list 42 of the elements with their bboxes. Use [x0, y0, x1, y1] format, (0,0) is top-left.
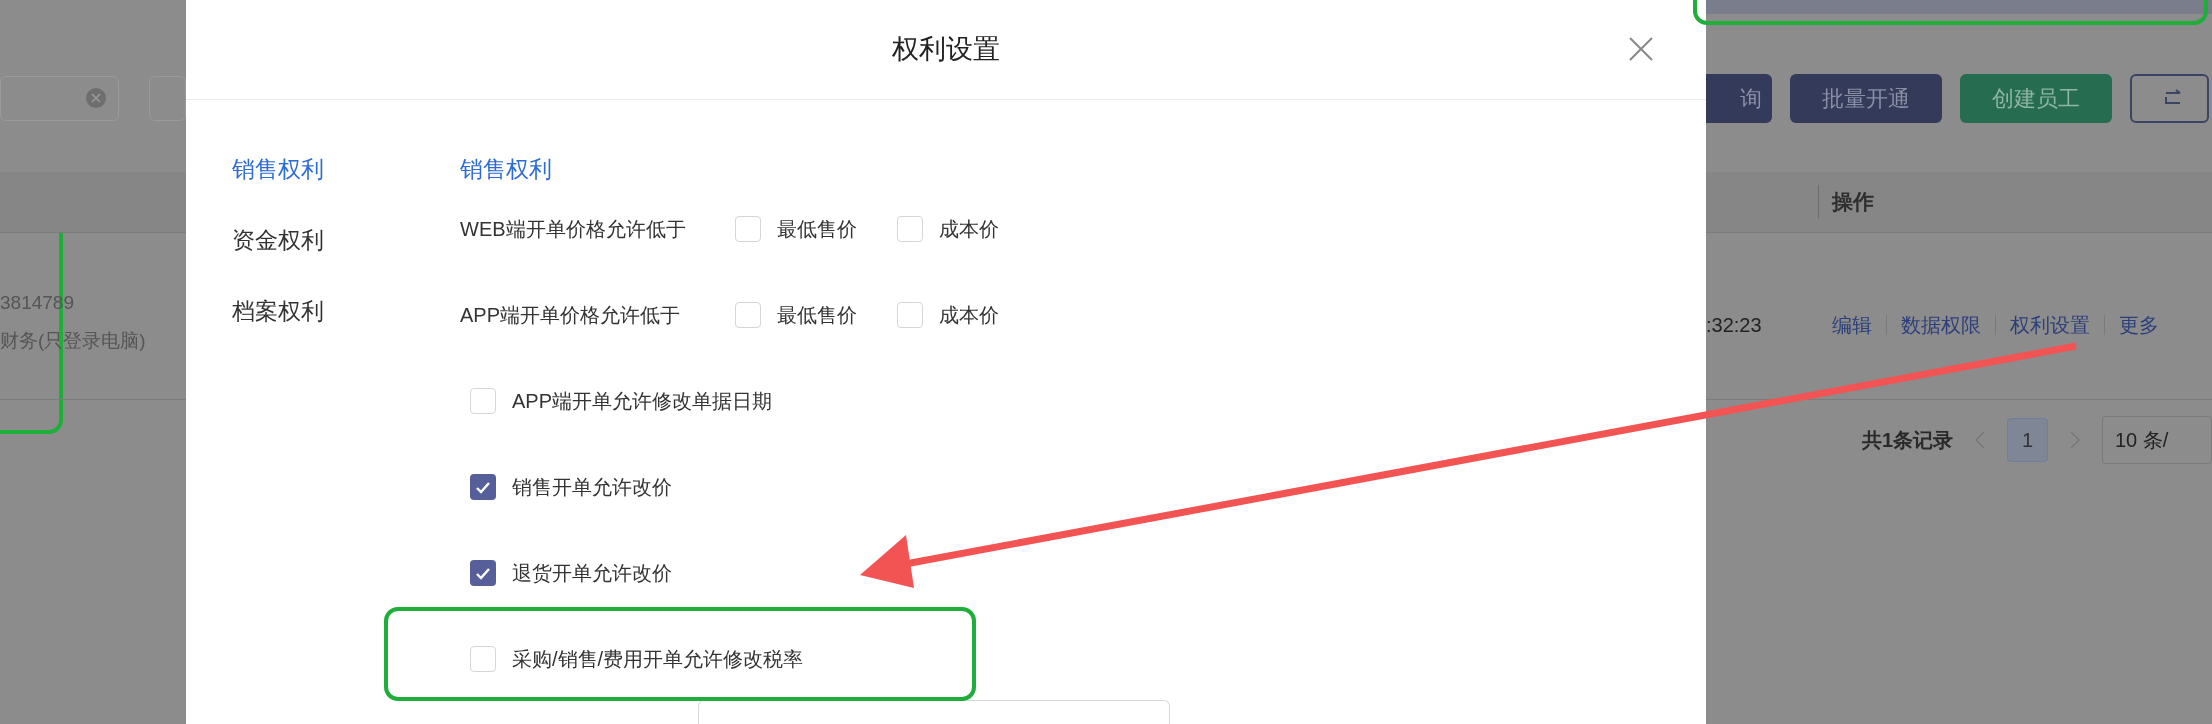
checkbox[interactable] — [470, 388, 496, 414]
checkbox-label: 退货开单允许改价 — [512, 561, 672, 586]
nav-item[interactable]: 销售权利 — [232, 152, 460, 186]
column-header: 操作 — [1832, 189, 1874, 216]
checkbox[interactable] — [470, 646, 496, 672]
check-icon — [475, 480, 491, 494]
action-link[interactable]: 权利设置 — [2010, 310, 2090, 340]
toolbar-button[interactable]: 创建员工 — [1960, 73, 2112, 123]
field-label: APP端开单价格允许低于 — [460, 303, 682, 328]
checkbox-label: 采购/销售/费用开单允许修改税率 — [512, 647, 804, 672]
checkbox-label: 成本价 — [939, 303, 999, 328]
record-count: 共1条记录 — [1862, 428, 1954, 453]
checkbox-label: 销售开单允许改价 — [512, 475, 672, 500]
checkbox[interactable] — [897, 216, 923, 242]
checkbox[interactable] — [735, 302, 761, 328]
page-size-select[interactable]: 10 条/ — [2102, 416, 2212, 464]
checkbox-label: 成本价 — [939, 217, 999, 242]
action-link[interactable]: 更多 — [2119, 310, 2159, 340]
nav-item[interactable]: 资金权利 — [232, 223, 460, 257]
toolbar-button[interactable]: 批量开通 — [1790, 73, 1942, 123]
toolbar-button[interactable]: 询 — [1706, 73, 1772, 123]
checkbox[interactable] — [470, 560, 496, 586]
clear-icon[interactable] — [86, 88, 106, 108]
table-cell-text: :32:23 — [1706, 313, 1763, 338]
checkbox[interactable] — [735, 216, 761, 242]
action-link[interactable]: 编辑 — [1832, 310, 1872, 340]
checkbox-label: 最低售价 — [777, 217, 857, 242]
footer-button[interactable] — [698, 700, 1170, 724]
dialog-title: 权利设置 — [892, 33, 1000, 67]
section-title: 销售权利 — [460, 154, 553, 184]
close-icon[interactable] — [1628, 36, 1654, 62]
checkbox[interactable] — [470, 474, 496, 500]
action-link[interactable]: 数据权限 — [1901, 310, 1981, 340]
field-label: WEB端开单价格允许低于 — [460, 217, 687, 242]
check-icon — [475, 566, 491, 580]
nav-item[interactable]: 档案权利 — [232, 294, 460, 328]
checkbox-label: APP端开单允许修改单据日期 — [512, 389, 773, 414]
page-button[interactable]: 1 — [2007, 418, 2048, 462]
checkbox-label: 最低售价 — [777, 303, 857, 328]
checkbox[interactable] — [897, 302, 923, 328]
export-button[interactable] — [2130, 73, 2209, 123]
search-field[interactable] — [0, 75, 119, 121]
